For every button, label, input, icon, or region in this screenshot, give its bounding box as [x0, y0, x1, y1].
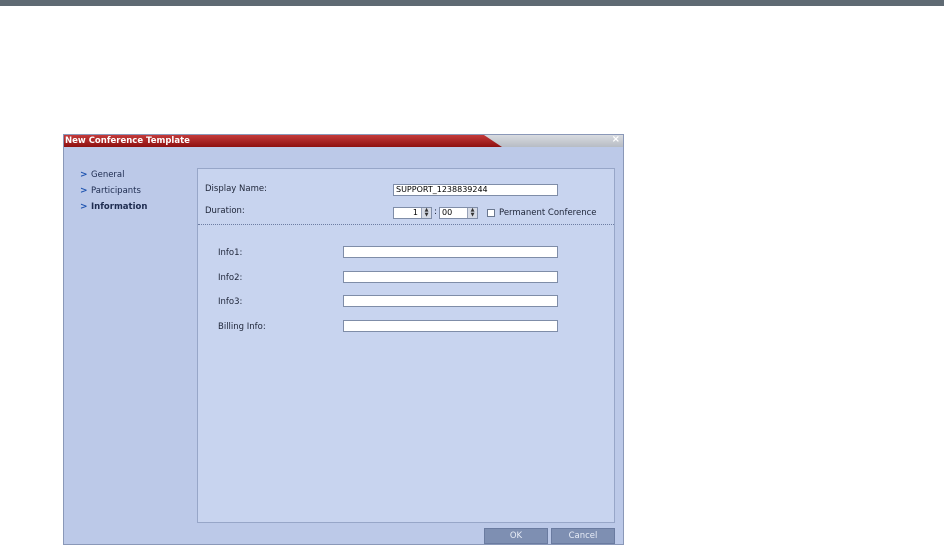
title-bar[interactable]: New Conference Template ×	[64, 134, 623, 147]
information-panel: Display Name: SUPPORT_1238839244 Duratio…	[197, 168, 615, 523]
permanent-conference-label: Permanent Conference	[499, 208, 597, 218]
stepper-arrows-icon[interactable]: ▲ ▼	[467, 208, 477, 218]
chevron-right-icon: >	[80, 170, 88, 180]
section-divider	[198, 224, 614, 225]
duration-hours-stepper[interactable]: 1 ▲ ▼	[393, 207, 432, 219]
dialog-title: New Conference Template	[65, 136, 190, 146]
duration-minutes-stepper[interactable]: 00 ▲ ▼	[439, 207, 478, 219]
new-conference-template-dialog: New Conference Template × > General > Pa…	[63, 134, 624, 545]
display-name-label: Display Name:	[205, 184, 267, 194]
info1-field[interactable]	[343, 246, 558, 258]
display-name-field[interactable]: SUPPORT_1238839244	[393, 184, 558, 196]
billing-info-label: Billing Info:	[218, 322, 266, 332]
nav-item-information[interactable]: > Information	[80, 199, 147, 215]
nav-item-label: General	[91, 170, 125, 180]
chevron-right-icon: >	[80, 202, 88, 212]
stepper-arrows-icon[interactable]: ▲ ▼	[421, 208, 431, 218]
duration-hours-value: 1	[412, 208, 418, 217]
nav-item-label: Information	[91, 202, 148, 212]
cancel-button[interactable]: Cancel	[551, 528, 615, 544]
ok-button[interactable]: OK	[484, 528, 548, 544]
top-bar	[0, 0, 944, 6]
duration-separator: :	[434, 207, 438, 217]
info2-field[interactable]	[343, 271, 558, 283]
info3-field[interactable]	[343, 295, 558, 307]
permanent-conference-checkbox[interactable]	[487, 209, 495, 217]
nav-item-general[interactable]: > General	[80, 167, 147, 183]
duration-minutes-value: 00	[442, 208, 453, 217]
billing-info-field[interactable]	[343, 320, 558, 332]
close-icon[interactable]: ×	[612, 134, 620, 146]
nav-item-participants[interactable]: > Participants	[80, 183, 147, 199]
info2-label: Info2:	[218, 273, 243, 283]
nav-item-label: Participants	[91, 186, 141, 196]
info1-label: Info1:	[218, 248, 243, 258]
side-nav: > General > Participants > Information	[80, 167, 147, 215]
chevron-right-icon: >	[80, 186, 88, 196]
duration-label: Duration:	[205, 206, 245, 216]
info3-label: Info3:	[218, 297, 243, 307]
